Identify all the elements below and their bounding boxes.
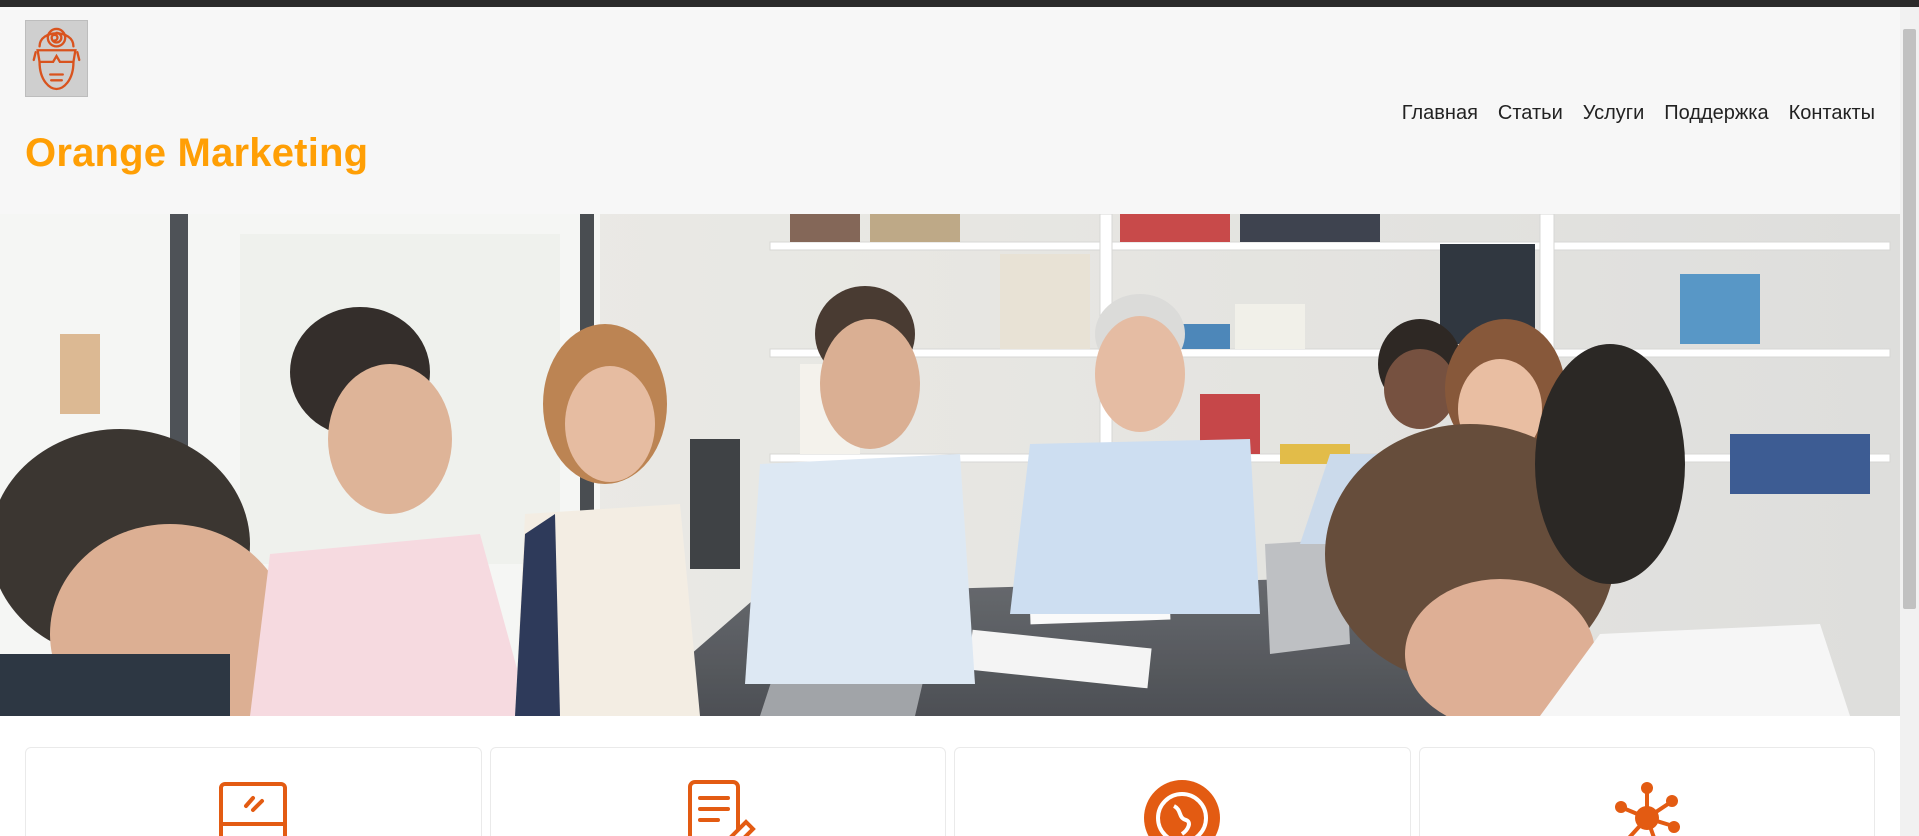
nav-item-services[interactable]: Услуги (1583, 102, 1645, 125)
page-scrollbar[interactable] (1900, 7, 1919, 836)
site-logo[interactable] (25, 20, 88, 97)
feature-card-1[interactable] (25, 747, 482, 836)
globe-icon (1144, 780, 1221, 836)
page-viewport: Orange Marketing Главная Статьи Услуги П… (0, 7, 1900, 836)
feature-card-3[interactable] (954, 747, 1411, 836)
feature-card-4[interactable] (1418, 747, 1875, 836)
scrollbar-thumb[interactable] (1903, 29, 1916, 609)
main-navigation: Главная Статьи Услуги Поддержка Контакты (1402, 102, 1875, 125)
nav-item-home[interactable]: Главная (1402, 102, 1478, 125)
site-header: Orange Marketing Главная Статьи Услуги П… (0, 7, 1900, 214)
hero-banner (0, 214, 1900, 716)
nav-item-contacts[interactable]: Контакты (1789, 102, 1875, 125)
monitor-icon (219, 782, 288, 836)
hypnotic-face-logo-icon (32, 27, 81, 91)
document-edit-icon (687, 780, 756, 836)
browser-top-edge (0, 0, 1919, 7)
feature-card-2[interactable] (489, 747, 946, 836)
nav-item-articles[interactable]: Статьи (1498, 102, 1563, 125)
site-brand-title[interactable]: Orange Marketing (25, 131, 368, 176)
office-meeting-photo (0, 214, 1900, 716)
nav-item-support[interactable]: Поддержка (1664, 102, 1768, 125)
features-row (25, 747, 1875, 836)
network-icon (1614, 782, 1680, 836)
